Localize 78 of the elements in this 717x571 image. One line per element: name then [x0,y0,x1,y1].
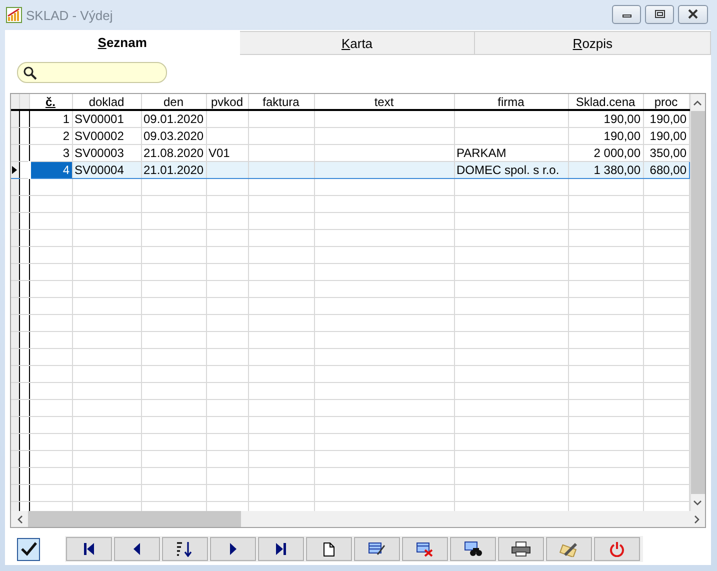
next-record-icon [229,542,237,556]
close-icon [687,9,699,19]
checkmark-icon [20,542,36,556]
app-icon [6,7,22,23]
table-cell: 350,00 [650,146,686,160]
column-header[interactable]: č. [29,94,72,110]
tab[interactable]: Karta [240,31,476,55]
column-header[interactable]: firma [454,94,568,110]
table-cell: 2 000,00 [594,146,640,160]
first-record-button[interactable] [66,537,112,561]
tab[interactable]: Rozpis [475,31,712,55]
column-header[interactable]: doklad [72,94,141,110]
confirm-checkbox[interactable] [17,538,40,560]
vertical-scrollbar[interactable] [690,94,705,511]
table-cell: 1 [62,112,70,126]
column-header[interactable]: proc [643,94,689,110]
table-cell: 680,00 [650,163,686,177]
table-cell: 09.03.2020 [144,129,204,143]
table-cell: 1 380,00 [594,163,640,177]
table-cell: 190,00 [604,112,640,126]
window-title: SKLAD - Výdej [26,8,114,22]
search-icon [23,66,37,80]
table-cell: 09.01.2020 [144,112,204,126]
pencil-ruler-button[interactable] [546,537,592,561]
column-header[interactable]: faktura [248,94,314,110]
scroll-right-icon [694,514,700,524]
search-field[interactable] [17,62,167,83]
table-row[interactable]: 1 SV00001 09.01.2020 190,00 190,00 [11,110,689,128]
scroll-up-icon [693,100,702,106]
edit-record-icon [368,541,386,557]
next-record-button[interactable] [210,537,256,561]
scroll-down-icon [693,500,702,506]
close-button[interactable] [678,4,708,24]
printer-icon [511,541,531,557]
column-header[interactable]: den [141,94,206,110]
table-cell: V01 [208,146,230,160]
sort-button[interactable] [162,537,208,561]
previous-record-icon [133,542,141,556]
maximize-icon [654,9,666,19]
column-header[interactable]: pvkod [206,94,248,110]
table-cell: SV00002 [74,129,124,143]
table-cell: SV00003 [74,146,124,160]
minimize-button[interactable] [612,4,641,24]
table-cell: 190,00 [650,129,686,143]
table-cell: 21.01.2020 [144,163,204,177]
power-button[interactable] [594,537,640,561]
delete-record-button[interactable] [402,537,448,561]
printer-button[interactable] [498,537,544,561]
table-cell: 190,00 [650,112,686,126]
table-cell: 3 [62,146,70,160]
table-cell: 21.08.2020 [144,146,204,160]
pencil-ruler-icon [559,541,579,557]
column-header[interactable]: Sklad.cena [568,94,643,110]
previous-record-button[interactable] [114,537,160,561]
table-cell: 190,00 [604,129,640,143]
table-cell: 2 [62,129,70,143]
table-cell: PARKAM [456,146,506,160]
table-cell: SV00004 [74,163,124,177]
power-icon [609,541,625,557]
horizontal-scrollbar[interactable] [11,511,705,527]
table-cell: 4 [62,163,70,177]
last-record-button[interactable] [258,537,304,561]
binoculars-icon [464,541,482,557]
table-row[interactable]: 2 SV00002 09.03.2020 190,00 190,00 [11,128,689,144]
maximize-button[interactable] [645,4,674,24]
last-record-icon [275,542,287,556]
document-button[interactable] [306,537,352,561]
table-cell: DOMEC spol. s r.o. [456,163,560,177]
delete-record-icon [416,541,434,557]
document-icon [323,542,335,556]
column-header[interactable]: text [314,94,454,110]
binoculars-button[interactable] [450,537,496,561]
sort-icon [176,541,194,557]
first-record-icon [83,542,95,556]
table-cell: SV00001 [74,112,124,126]
edit-record-button[interactable] [354,537,400,561]
scroll-left-icon [16,514,22,524]
table-row[interactable]: 4 SV00004 21.01.2020 DOMEC spol. s r.o. 1 380,00 680,00 [11,162,689,178]
